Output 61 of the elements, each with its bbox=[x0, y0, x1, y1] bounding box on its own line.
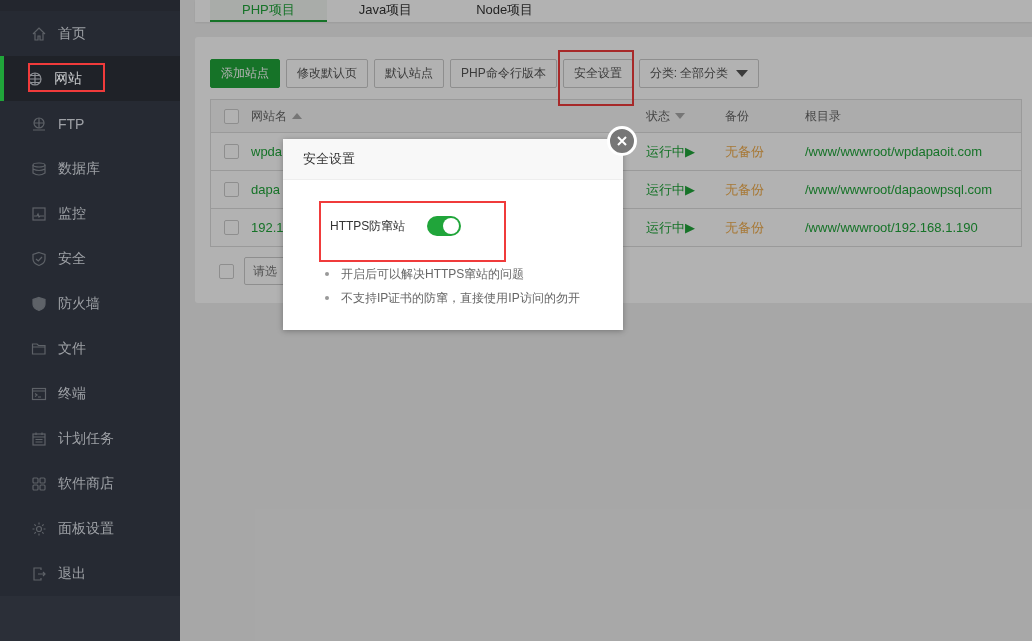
toolbar-button[interactable]: 修改默认页 bbox=[286, 59, 368, 88]
add-button[interactable]: 添加站点 bbox=[210, 59, 280, 88]
toolbar-button[interactable]: 默认站点 bbox=[374, 59, 444, 88]
sidebar-item[interactable]: 数据库 bbox=[0, 146, 180, 191]
note-text: 开启后可以解决HTTPS窜站的问题 bbox=[325, 262, 623, 286]
sidebar-item[interactable]: 防火墙 bbox=[0, 281, 180, 326]
sidebar-item[interactable]: FTP bbox=[0, 101, 180, 146]
sidebar-item[interactable]: 文件 bbox=[0, 326, 180, 371]
sidebar-item[interactable]: 面板设置 bbox=[0, 506, 180, 551]
note-text: 不支持IP证书的防窜，直接使用IP访问的勿开 bbox=[325, 286, 623, 310]
status-link[interactable]: 运行中▶ bbox=[646, 218, 695, 237]
checkbox[interactable] bbox=[223, 144, 239, 159]
sidebar-item[interactable]: 首页 bbox=[0, 11, 180, 56]
column-header: 备份 bbox=[725, 108, 749, 123]
sidebar-item[interactable]: 监控 bbox=[0, 191, 180, 236]
shield-icon bbox=[31, 250, 47, 267]
home-icon bbox=[31, 25, 47, 42]
settings-icon bbox=[31, 520, 47, 537]
toolbar-button[interactable]: PHP命令行版本 bbox=[450, 59, 557, 88]
terminal-icon bbox=[31, 385, 47, 402]
monitor-icon bbox=[31, 205, 47, 222]
sidebar-item[interactable]: 网站 bbox=[0, 56, 180, 101]
network-icon bbox=[31, 115, 47, 132]
checkbox[interactable] bbox=[219, 263, 234, 279]
checkbox[interactable] bbox=[223, 220, 239, 235]
toggle-switch[interactable] bbox=[427, 216, 462, 236]
column-header: 根目录 bbox=[805, 108, 841, 123]
path-link[interactable]: /www/wwwroot/dapaowpsql.com bbox=[805, 182, 993, 197]
path-link[interactable]: /www/wwwroot/wpdapaoit.com bbox=[805, 144, 982, 159]
sidebar-item[interactable]: 软件商店 bbox=[0, 461, 180, 506]
column-header[interactable]: 状态 bbox=[646, 107, 670, 125]
grid-icon bbox=[31, 475, 47, 492]
site-link[interactable]: 192.1 bbox=[251, 220, 284, 235]
globe-icon bbox=[27, 70, 43, 87]
tab[interactable]: Java项目 bbox=[326, 0, 445, 22]
dialog-title: 安全设置 bbox=[303, 150, 355, 168]
site-link[interactable]: wpda bbox=[251, 144, 283, 159]
sidebar-item[interactable]: 安全 bbox=[0, 236, 180, 281]
caret-icon bbox=[736, 70, 749, 77]
option-label: HTTPS防窜站 bbox=[330, 217, 406, 235]
calendar-icon bbox=[31, 430, 47, 447]
shield-icon bbox=[31, 295, 47, 312]
path-link[interactable]: /www/wwwroot/192.168.1.190 bbox=[805, 220, 978, 235]
status-link[interactable]: 运行中▶ bbox=[646, 142, 695, 161]
tab[interactable]: Node项目 bbox=[444, 0, 566, 22]
sidebar-item[interactable]: 退出 bbox=[0, 551, 180, 596]
database-icon bbox=[31, 160, 47, 177]
sidebar-item[interactable]: 终端 bbox=[0, 371, 180, 416]
checkbox[interactable] bbox=[223, 108, 239, 124]
logout-icon bbox=[31, 565, 47, 582]
sidebar-item[interactable]: 计划任务 bbox=[0, 416, 180, 461]
sort-icon bbox=[292, 113, 302, 119]
column-header[interactable]: 网站名 bbox=[251, 107, 287, 125]
folder-icon bbox=[31, 340, 47, 357]
site-link[interactable]: dapa bbox=[251, 182, 280, 197]
sort-icon bbox=[675, 113, 685, 119]
checkbox[interactable] bbox=[223, 182, 239, 197]
toolbar-button[interactable]: 安全设置 bbox=[562, 59, 633, 88]
status-link[interactable]: 运行中▶ bbox=[646, 180, 695, 199]
category-dropdown[interactable]: 分类: 全部分类 bbox=[638, 59, 760, 88]
close-icon bbox=[617, 136, 627, 146]
